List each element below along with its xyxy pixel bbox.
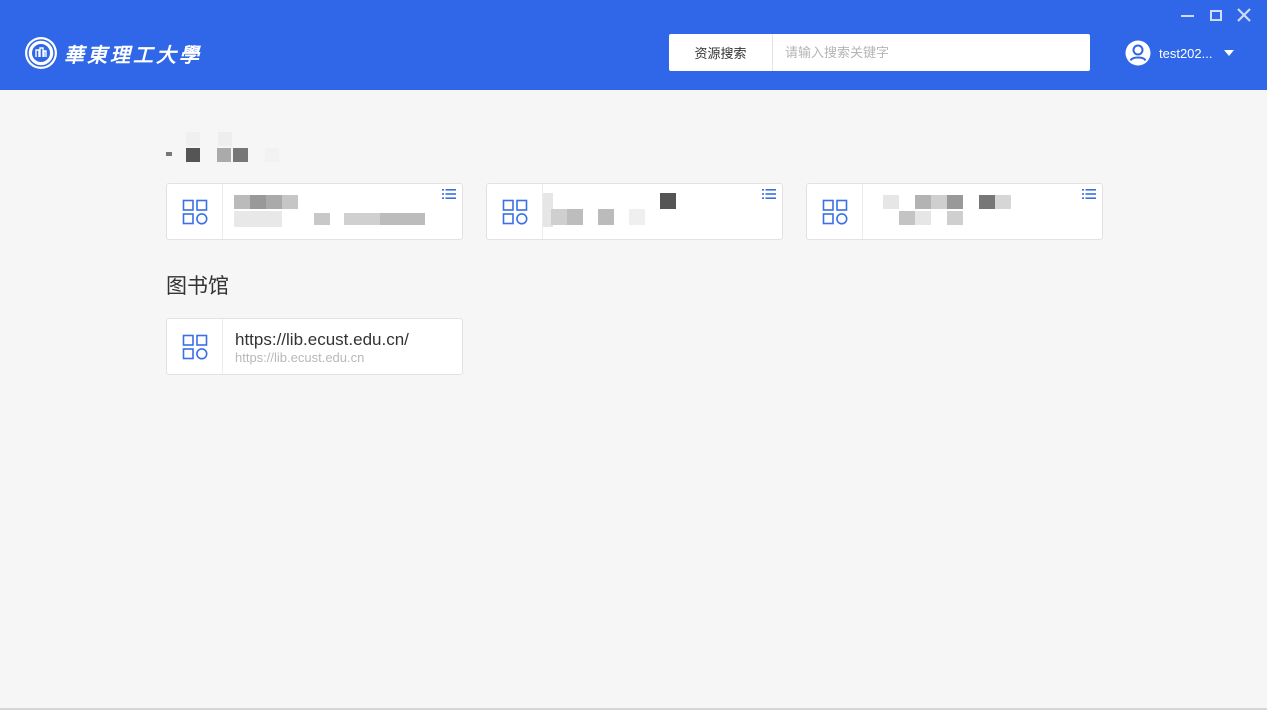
resource-card-library[interactable]: https://lib.ecust.edu.cn/ https://lib.ec…: [166, 318, 463, 375]
search-input[interactable]: [773, 34, 1090, 71]
card-content-redacted: [543, 184, 782, 239]
resource-card[interactable]: [166, 183, 463, 240]
user-menu[interactable]: test202...: [1125, 39, 1235, 67]
list-icon[interactable]: [762, 188, 776, 200]
title-bar: 華東理工大學 资源搜索 test202...: [0, 0, 1267, 90]
resource-card[interactable]: [806, 183, 1103, 240]
close-icon[interactable]: [1235, 6, 1253, 24]
card-title: https://lib.ecust.edu.cn/: [235, 330, 409, 349]
maximize-icon[interactable]: [1207, 6, 1225, 24]
university-seal-icon: [25, 37, 57, 69]
user-name: test202...: [1159, 45, 1213, 61]
chevron-down-icon: [1224, 50, 1235, 56]
apps-grid-icon: [502, 199, 527, 224]
resource-card[interactable]: [486, 183, 783, 240]
section-title-redacted: [166, 132, 286, 162]
university-name: 華東理工大學: [64, 42, 202, 67]
university-logo: 華東理工大學: [24, 35, 202, 71]
apps-grid-icon: [822, 199, 847, 224]
search-type-selector[interactable]: 资源搜索: [669, 34, 773, 71]
card-url: https://lib.ecust.edu.cn: [235, 350, 365, 365]
window-controls: [1179, 6, 1253, 24]
minimize-icon[interactable]: [1179, 6, 1197, 24]
apps-grid-icon: [182, 199, 207, 224]
user-avatar-icon: [1125, 40, 1151, 66]
list-icon[interactable]: [442, 188, 456, 200]
section-title-library: 图书馆: [166, 275, 229, 298]
card-content-redacted: [863, 184, 1102, 239]
list-icon[interactable]: [1082, 188, 1096, 200]
card-content-redacted: [223, 184, 462, 239]
apps-grid-icon: [182, 334, 207, 359]
resource-search: 资源搜索: [669, 34, 1090, 71]
